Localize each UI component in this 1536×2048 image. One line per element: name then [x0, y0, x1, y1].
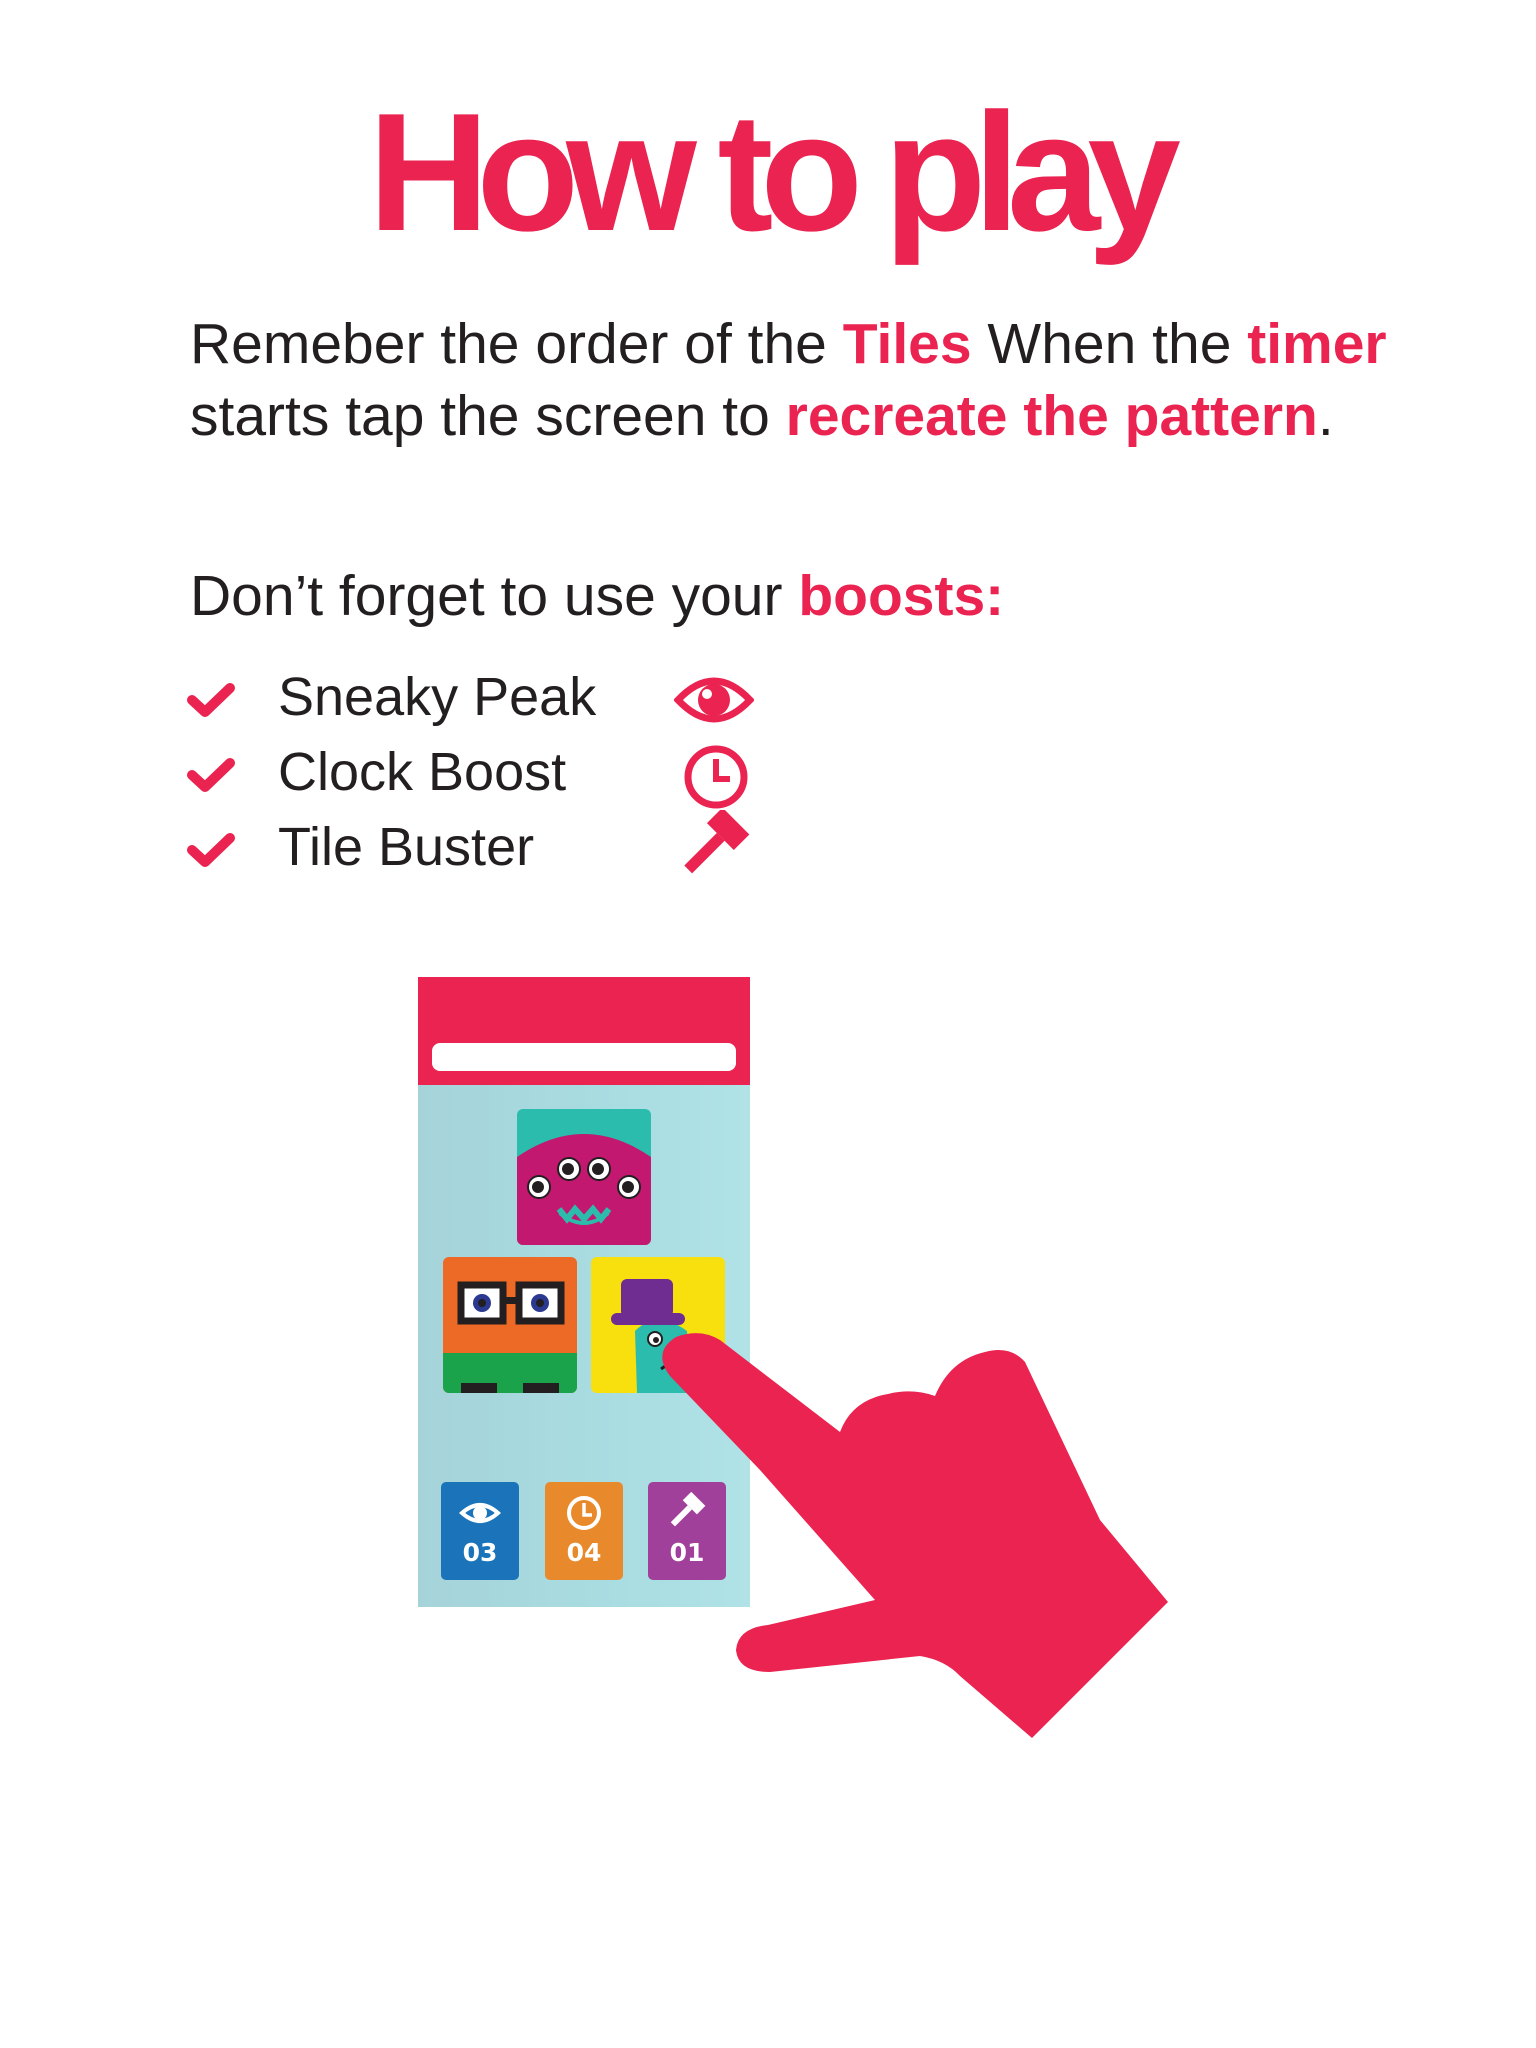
clock-boost-count: 04: [566, 1538, 602, 1567]
clock-icon: [684, 745, 748, 809]
boosts-intro-text: Don’t forget to use your boosts:: [190, 564, 1005, 628]
pointing-hand-icon: [662, 1333, 1168, 1738]
boost-label: Clock Boost: [278, 742, 567, 802]
check-icon: [187, 758, 235, 792]
tile-orange-glasses[interactable]: [443, 1257, 577, 1393]
boost-label: Sneaky Peak: [278, 667, 597, 727]
timer-bar: [432, 1043, 736, 1071]
boost-item-tile-buster: Tile Buster: [186, 810, 786, 885]
phone-header: [418, 977, 750, 1085]
purple-monster-icon: [517, 1109, 651, 1245]
boosts-highlight: boosts:: [798, 564, 1005, 628]
tiles-highlight: Tiles: [842, 312, 972, 376]
boost-list: Sneaky Peak Clock Boost Tile Buster: [186, 660, 786, 885]
hammer-icon: [684, 810, 750, 874]
boost-label: Tile Buster: [278, 817, 535, 877]
boost-item-sneaky-peak: Sneaky Peak: [186, 660, 786, 735]
check-icon: [187, 683, 235, 717]
eye-icon: [674, 677, 754, 723]
page-title: How to play: [368, 78, 1181, 266]
instructions-text: Remeber the order of the Tiles When the …: [190, 312, 1387, 448]
glasses-monster-icon: [443, 1257, 577, 1393]
tile-purple-monster[interactable]: [517, 1109, 651, 1245]
check-icon: [187, 833, 235, 867]
eye-icon: [459, 1503, 501, 1523]
clock-boost-button[interactable]: 04: [545, 1482, 623, 1580]
timer-highlight: timer: [1247, 312, 1387, 376]
boost-item-clock-boost: Clock Boost: [186, 735, 786, 810]
eye-boost-count: 03: [462, 1538, 498, 1567]
recreate-pattern-highlight: recreate the pattern: [785, 384, 1318, 448]
eye-boost-button[interactable]: 03: [441, 1482, 519, 1580]
clock-icon: [567, 1496, 601, 1530]
